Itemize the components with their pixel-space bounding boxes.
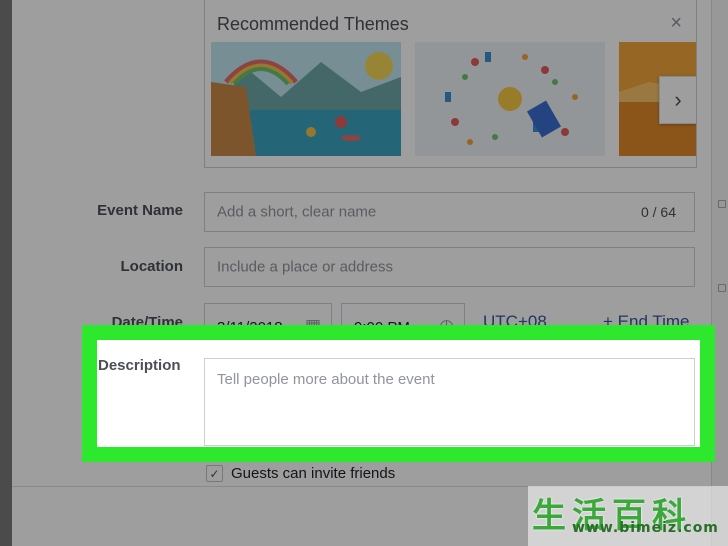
guests-label: Guests can invite friends <box>231 465 396 482</box>
themes-title: Recommended Themes <box>217 14 409 34</box>
recommended-themes-panel: Recommended Themes × › <box>204 0 697 168</box>
guests-checkbox[interactable]: ✓ <box>206 465 223 482</box>
event-name-label: Event Name <box>97 202 183 219</box>
edge-marker-icon <box>718 284 726 292</box>
description-label: Description <box>98 357 181 374</box>
right-scrollbar[interactable] <box>711 0 728 546</box>
event-name-placeholder: Add a short, clear name <box>217 203 377 221</box>
location-placeholder: Include a place or address <box>217 258 393 276</box>
theme-thumbnail-summer[interactable] <box>415 42 605 156</box>
theme-thumbnail-beach[interactable] <box>211 42 401 156</box>
event-name-input[interactable]: Add a short, clear name 0 / 64 <box>204 192 695 232</box>
description-placeholder: Tell people more about the event <box>217 371 435 388</box>
description-highlight: Description Tell people more about the e… <box>82 325 715 462</box>
location-input[interactable]: Include a place or address <box>204 247 695 287</box>
edge-marker-icon <box>718 200 726 208</box>
event-name-counter: 0 / 64 <box>640 204 676 220</box>
chevron-right-icon[interactable]: › <box>659 76 696 124</box>
close-icon[interactable]: × <box>670 12 682 35</box>
location-label: Location <box>120 258 184 275</box>
watermark-url: www.bimeiz.com <box>572 520 719 536</box>
watermark: 生活百科 www.bimeiz.com <box>528 486 728 546</box>
description-input[interactable]: Tell people more about the event <box>204 358 695 446</box>
guests-can-invite-option[interactable]: ✓ Guests can invite friends <box>206 465 395 482</box>
